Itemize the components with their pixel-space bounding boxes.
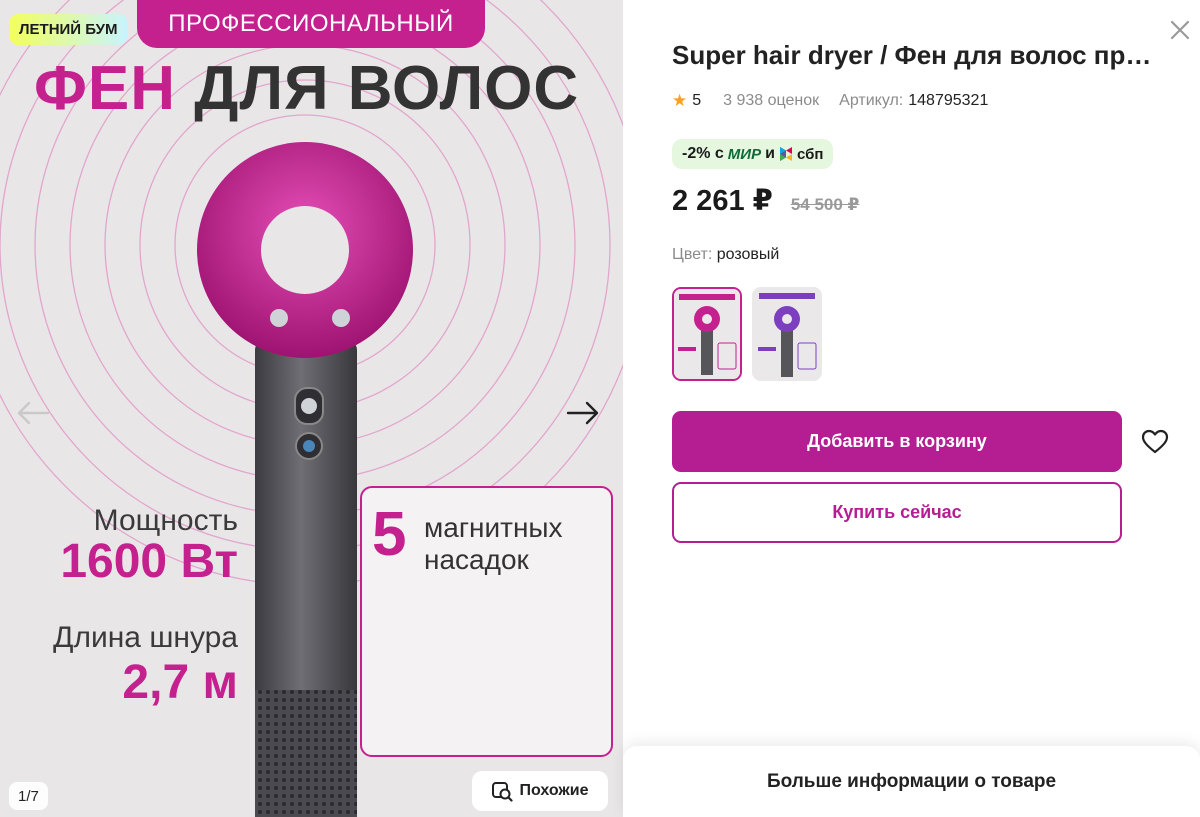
arrow-left-icon [17,401,50,425]
heart-icon [1141,429,1169,454]
sku-label: Артикул: [839,92,904,109]
price-row: 2 261 ₽ 54 500 ₽ [672,183,859,218]
close-button[interactable] [1168,18,1192,42]
cord-label: Длина шнура [53,621,238,654]
headline-accent: ФЕН [34,54,177,123]
arrow-right-icon [566,401,599,425]
sbp-icon [779,147,792,161]
color-value: розовый [716,246,780,263]
product-title[interactable]: Super hair dryer / Фен для волос професс… [672,40,1152,71]
cord-value: 2,7 м [122,656,238,709]
nozzles-card: 5 магнитных насадок [360,486,613,757]
image-search-icon [492,782,514,802]
current-price: 2 261 ₽ [672,185,773,217]
nozzles-text: магнитных насадок [424,512,563,576]
favorite-button[interactable] [1140,427,1170,457]
nozzles-line-1: магнитных [424,512,563,543]
more-info-button[interactable]: Больше информации о товаре [623,746,1200,817]
add-to-cart-button[interactable]: Добавить в корзину [672,411,1122,472]
star-icon: ★ [672,91,688,110]
product-meta: ★ 5 3 938 оценок Артикул: 148795321 [672,91,988,111]
image-headline: ФЕН ДЛЯ ВОЛОС [34,58,579,120]
promo-prefix: -2% с [682,145,724,162]
headline-rest: ДЛЯ ВОЛОС [194,54,580,123]
promo-and: и [765,145,775,162]
gallery-prev-button[interactable] [15,395,51,431]
similar-products-button[interactable]: Похожие [472,771,608,811]
old-price: 54 500 ₽ [790,195,860,214]
sbp-logo: сбп [796,145,824,163]
sku-value: 148795321 [908,92,989,109]
cord-spec: Длина шнура 2,7 м [10,623,238,707]
variant-purple-image [752,287,822,381]
nozzles-count: 5 [372,500,407,569]
image-counter: 1/7 [9,782,48,810]
variant-thumb-pink[interactable] [672,287,742,381]
professional-banner: ПРОФЕССИОНАЛЬНЫЙ [137,0,485,48]
product-image-gallery[interactable]: ЛЕТНИЙ БУМ ПРОФЕССИОНАЛЬНЫЙ ФЕН ДЛЯ ВОЛО… [0,0,623,817]
variant-pink-image [674,289,740,379]
reviews-link[interactable]: 3 938 оценок [723,92,819,110]
color-row: Цвет: розовый [672,246,779,264]
buy-now-button[interactable]: Купить сейчас [672,482,1122,543]
summer-sale-badge: ЛЕТНИЙ БУМ [9,14,128,45]
rating-value: 5 [692,92,702,109]
nozzles-line-2: насадок [424,544,529,576]
power-value: 1600 Вт [60,535,238,588]
product-info-panel: Super hair dryer / Фен для волос професс… [623,0,1200,817]
power-label: Мощность [93,504,238,537]
color-label: Цвет: [672,246,713,263]
mir-logo: МИР [727,145,762,163]
payment-promo-badge: -2% с МИР и сбп [672,139,834,169]
variant-thumb-purple[interactable] [752,287,822,381]
similar-label: Похожие [519,782,589,799]
power-spec: Мощность 1600 Вт [20,506,238,586]
close-icon [1170,20,1190,40]
gallery-next-button[interactable] [565,395,601,431]
